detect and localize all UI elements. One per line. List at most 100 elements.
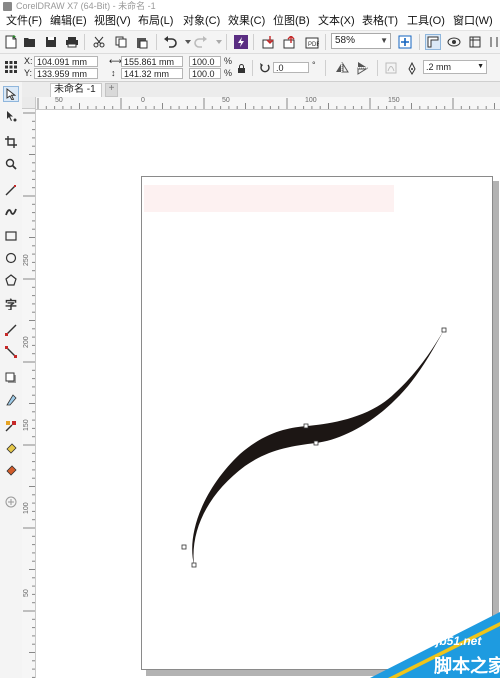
h-ruler-label: 0 (141, 97, 145, 104)
chevron-down-icon: ▼ (380, 36, 388, 45)
height-icon: ↕ (111, 68, 116, 78)
open-folder-icon[interactable] (22, 34, 38, 50)
height-field[interactable]: 141.32 mm (121, 68, 183, 79)
standard-toolbar: PDF 58% ▼ (0, 31, 500, 54)
h-ruler-label: 100 (305, 97, 317, 104)
show-grid-icon[interactable] (446, 34, 462, 50)
mirror-vertical-icon[interactable] (355, 60, 371, 76)
snap-to-icon[interactable] (486, 34, 500, 50)
window-title: CorelDRAW X7 (64-Bit) - 未命名 -1 (16, 1, 156, 11)
site-watermark: jb51.net 脚本之家 (370, 612, 500, 678)
smart-fill-tool-icon[interactable] (3, 462, 19, 478)
text-tool-icon[interactable]: 字 (3, 296, 19, 312)
color-eyedropper-tool-icon[interactable] (3, 418, 19, 434)
chevron-down-icon: ▼ (477, 63, 484, 70)
rotation-angle-field[interactable]: .0 (273, 62, 309, 73)
shape-tool-icon[interactable] (3, 108, 19, 124)
ellipse-tool-icon[interactable] (3, 250, 19, 266)
selection-highlight (144, 185, 394, 212)
menu-window[interactable]: 窗口(W) (453, 13, 493, 30)
watermark-name: 脚本之家 (434, 656, 500, 676)
rotate-icon (257, 60, 273, 76)
scale-x-field[interactable]: 100.0 (189, 56, 221, 67)
add-tab-button[interactable]: + (105, 83, 118, 97)
menu-edit[interactable]: 编辑(E) (50, 13, 87, 30)
menu-object[interactable]: 对象(C) (183, 13, 220, 30)
save-icon[interactable] (43, 34, 59, 50)
outline-width-value: .2 mm (426, 62, 452, 72)
x-position-field[interactable]: 104.091 mm (34, 56, 98, 67)
v-ruler-label: 150 (23, 419, 30, 431)
export-icon[interactable] (282, 34, 298, 50)
menu-view[interactable]: 视图(V) (94, 13, 131, 30)
document-page[interactable] (141, 176, 493, 670)
toolbox: 字 (0, 82, 23, 678)
menu-effects[interactable]: 效果(C) (228, 13, 265, 30)
property-bar: X: 104.091 mm Y: 133.959 mm ⟷ 155.861 mm… (0, 54, 500, 82)
tab-untitled-1[interactable]: 未命名 -1 (50, 83, 102, 97)
convert-to-curves-icon[interactable] (383, 60, 399, 76)
menu-table[interactable]: 表格(T) (362, 13, 398, 30)
horizontal-ruler[interactable]: 50 0 50 100 150 (36, 97, 500, 110)
zoom-level-value: 58% (335, 35, 356, 46)
mirror-horizontal-icon[interactable] (334, 60, 350, 76)
undo-icon[interactable] (162, 34, 178, 50)
new-document-icon[interactable] (3, 34, 19, 50)
watermark-site: jb51.net (436, 634, 482, 648)
menu-tools[interactable]: 工具(O) (407, 13, 445, 30)
v-ruler-label: 200 (23, 336, 30, 348)
outline-width-select[interactable]: .2 mm ▼ (423, 60, 487, 74)
import-icon[interactable] (261, 34, 277, 50)
crop-tool-icon[interactable] (3, 134, 19, 150)
menu-file[interactable]: 文件(F) (6, 13, 42, 30)
cut-icon[interactable] (91, 34, 107, 50)
document-tab-bar: 未命名 -1 + (22, 82, 500, 98)
show-guidelines-icon[interactable] (467, 34, 483, 50)
show-rulers-icon[interactable] (425, 34, 441, 50)
svg-text:字: 字 (5, 298, 17, 310)
h-ruler-label: 50 (55, 97, 63, 104)
y-position-field[interactable]: 133.959 mm (34, 68, 98, 79)
app-icon (3, 2, 12, 11)
object-origin-icon[interactable] (3, 59, 19, 75)
menu-bitmaps[interactable]: 位图(B) (273, 13, 310, 30)
v-ruler-label: 50 (23, 589, 30, 597)
width-field[interactable]: 155.861 mm (121, 56, 183, 67)
degree-unit: ° (312, 60, 316, 70)
pick-tool-icon[interactable] (3, 86, 19, 102)
parallel-dimension-tool-icon[interactable] (3, 322, 19, 338)
freehand-tool-icon[interactable] (3, 182, 19, 198)
lock-ratio-icon[interactable] (236, 60, 246, 76)
scale-x-unit: % (224, 56, 233, 66)
zoom-level-select[interactable]: 58% ▼ (331, 33, 391, 49)
paste-icon[interactable] (134, 34, 150, 50)
artistic-media-tool-icon[interactable] (3, 204, 19, 220)
connector-tool-icon[interactable] (3, 344, 19, 360)
h-ruler-label: 50 (222, 97, 230, 104)
menu-text[interactable]: 文本(X) (318, 13, 355, 30)
search-content-icon[interactable] (233, 34, 249, 50)
v-ruler-label: 100 (23, 502, 30, 514)
rectangle-tool-icon[interactable] (3, 228, 19, 244)
add-tool-icon[interactable] (3, 494, 19, 510)
interactive-fill-tool-icon[interactable] (3, 440, 19, 456)
v-ruler-label: 250 (23, 254, 30, 266)
zoom-tool-icon[interactable] (3, 156, 19, 172)
vertical-ruler[interactable]: 250 200 150 100 50 (22, 109, 36, 678)
full-screen-icon[interactable] (397, 34, 413, 50)
copy-icon[interactable] (113, 34, 129, 50)
title-bar: CorelDRAW X7 (64-Bit) - 未命名 -1 (0, 0, 500, 13)
horizontal-ruler-ticks (37, 98, 495, 109)
ruler-origin[interactable] (22, 97, 36, 109)
transparency-tool-icon[interactable] (3, 392, 19, 408)
scale-y-field[interactable]: 100.0 (189, 68, 221, 79)
polygon-tool-icon[interactable] (3, 272, 19, 288)
redo-dropdown-icon[interactable] (211, 34, 227, 50)
publish-pdf-icon[interactable]: PDF (304, 34, 320, 50)
menu-layout[interactable]: 布局(L) (138, 13, 173, 30)
outline-pen-icon (404, 60, 420, 76)
redo-icon[interactable] (193, 34, 209, 50)
h-ruler-label: 150 (388, 97, 400, 104)
drop-shadow-tool-icon[interactable] (3, 370, 19, 386)
print-icon[interactable] (64, 34, 80, 50)
